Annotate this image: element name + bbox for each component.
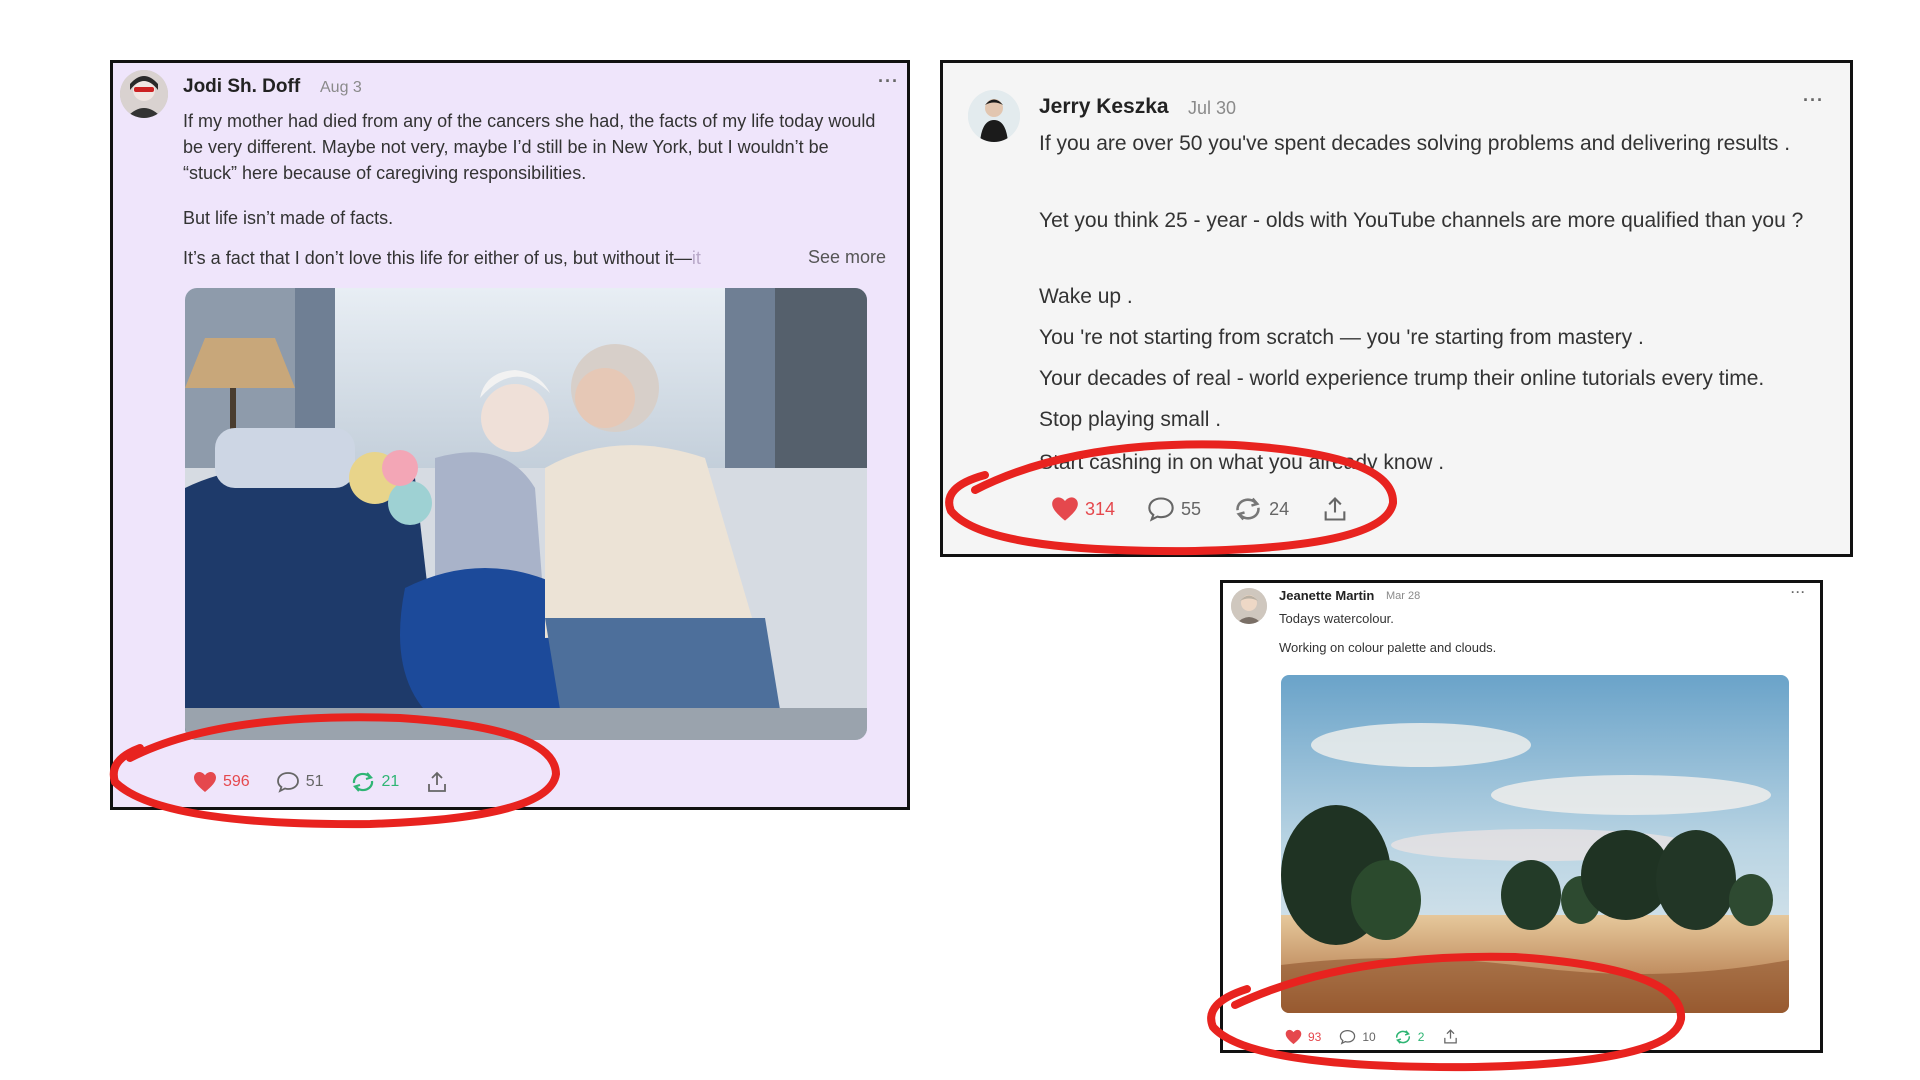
comment-icon (1148, 497, 1174, 522)
post-card-jeanette: Jeanette Martin Mar 28 ··· Todays waterc… (1220, 580, 1823, 1053)
heart-icon (1052, 497, 1078, 521)
repost-count: 2 (1417, 1029, 1425, 1044)
post-actions: 93 10 2 (1285, 1028, 1485, 1045)
author-name[interactable]: Jeanette Martin (1279, 588, 1374, 603)
repost-button[interactable]: 21 (350, 771, 400, 793)
post-text: If you are over 50 you've spent decades … (1039, 132, 1791, 155)
like-button[interactable]: 314 (1051, 496, 1115, 522)
author-name[interactable]: Jerry Keszka (1039, 95, 1169, 119)
share-button[interactable] (1321, 495, 1349, 523)
post-card-jodi: Jodi Sh. Doff Aug 3 ··· If my mother had… (110, 60, 910, 810)
repost-icon (1395, 1029, 1410, 1044)
repost-button[interactable]: 2 (1394, 1029, 1425, 1045)
share-button[interactable] (425, 770, 449, 794)
comment-button[interactable]: 10 (1339, 1029, 1376, 1045)
repost-count: 21 (381, 773, 400, 790)
post-text-faded: it (691, 248, 701, 268)
see-more-link[interactable]: See more (808, 247, 886, 268)
post-date: Aug 3 (320, 79, 362, 96)
post-date: Jul 30 (1188, 98, 1237, 118)
repost-button[interactable]: 24 (1233, 496, 1289, 522)
like-count: 596 (223, 773, 250, 790)
post-text-visible: It’s a fact that I don’t love this life … (183, 248, 692, 268)
post-text: You 're not starting from scratch — you … (1039, 326, 1644, 349)
more-icon[interactable]: ··· (1803, 90, 1824, 111)
avatar-image (120, 70, 168, 118)
post-card-jerry: Jerry Keszka Jul 30 ··· If you are over … (940, 60, 1853, 557)
comment-icon (276, 772, 299, 793)
post-actions: 596 51 21 (193, 770, 475, 794)
repost-icon (352, 772, 373, 792)
post-photo[interactable] (1281, 675, 1789, 1013)
share-button[interactable] (1442, 1028, 1459, 1045)
post-text: Your decades of real - world experience … (1039, 367, 1765, 390)
post-actions: 314 55 24 (1051, 495, 1375, 523)
photo-image (185, 288, 867, 740)
avatar-image (968, 90, 1020, 142)
comment-button[interactable]: 55 (1147, 496, 1201, 522)
author-name[interactable]: Jodi Sh. Doff (183, 76, 300, 98)
like-count: 93 (1308, 1029, 1322, 1044)
share-icon (1444, 1029, 1458, 1044)
post-photo[interactable] (185, 288, 867, 740)
post-text: Yet you think 25 - year - olds with YouT… (1039, 209, 1804, 232)
avatar-image (1231, 588, 1267, 624)
comment-button[interactable]: 51 (276, 771, 324, 793)
more-icon[interactable]: ··· (1791, 585, 1806, 599)
share-icon (1324, 497, 1346, 521)
avatar[interactable] (120, 70, 168, 118)
post-date: Mar 28 (1386, 590, 1421, 602)
heart-icon (194, 772, 216, 792)
like-button[interactable]: 596 (193, 771, 250, 793)
watercolor-image (1281, 675, 1789, 1013)
share-icon (428, 771, 447, 792)
comment-count: 51 (305, 773, 324, 790)
post-text: Wake up . (1039, 285, 1133, 308)
avatar[interactable] (968, 90, 1020, 142)
post-text: But life isn’t made of facts. (183, 208, 394, 228)
post-text: Start cashing in on what you already kno… (1039, 451, 1445, 474)
repost-icon (1236, 497, 1260, 521)
post-text: Todays watercolour. (1279, 611, 1394, 626)
more-icon[interactable]: ··· (878, 71, 899, 92)
repost-count: 24 (1269, 498, 1290, 519)
comment-icon (1340, 1029, 1356, 1045)
avatar[interactable] (1231, 588, 1267, 624)
post-text: If my mother had died from any of the ca… (183, 111, 876, 184)
post-text: Working on colour palette and clouds. (1279, 640, 1497, 655)
heart-icon (1285, 1029, 1302, 1044)
like-count: 314 (1085, 498, 1116, 519)
comment-count: 10 (1362, 1029, 1376, 1044)
post-text: It’s a fact that I don’t love this life … (183, 245, 803, 271)
like-button[interactable]: 93 (1285, 1029, 1321, 1045)
post-text: Stop playing small . (1039, 408, 1222, 431)
comment-count: 55 (1181, 498, 1202, 519)
